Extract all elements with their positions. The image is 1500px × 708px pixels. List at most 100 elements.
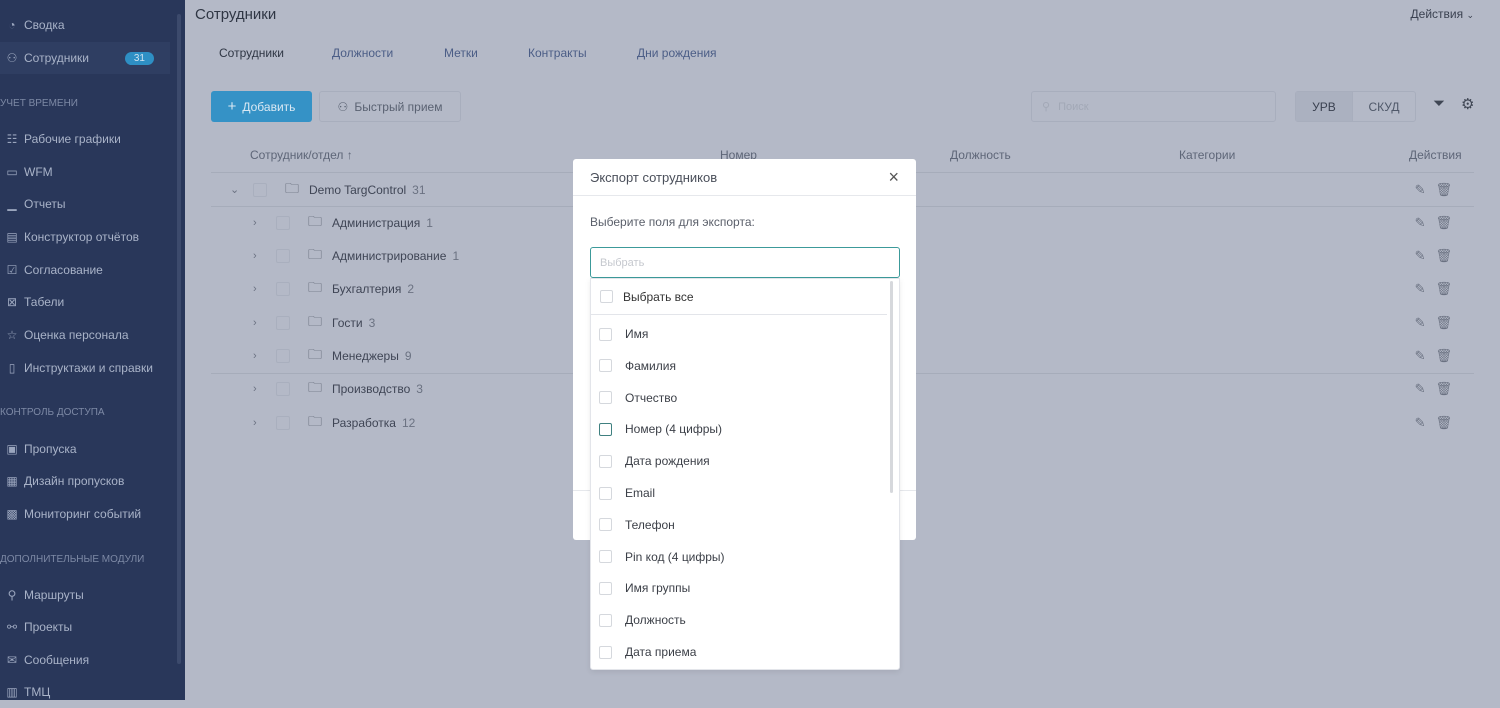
export-field-option[interactable]: Pin код (4 цифры)	[599, 541, 725, 573]
export-field-option[interactable]: Номер (4 цифры)	[599, 413, 722, 445]
trash-icon[interactable]: 🗑	[1435, 281, 1462, 296]
trash-icon[interactable]: 🗑	[1435, 415, 1462, 430]
select-all-option[interactable]: Выбрать все	[591, 279, 887, 315]
trash-icon[interactable]: 🗑	[1435, 215, 1462, 230]
checkbox[interactable]	[276, 415, 290, 430]
checkbox[interactable]	[276, 382, 290, 397]
sidebar-item[interactable]: ▤ Конструктор отчётов	[0, 221, 170, 253]
badge-design-icon: ▦	[6, 474, 18, 488]
trash-icon[interactable]: 🗑	[1435, 348, 1462, 363]
sidebar-item[interactable]: ☆ Оценка персонала	[0, 319, 170, 351]
checkbox[interactable]	[599, 422, 612, 436]
checkbox[interactable]	[600, 290, 613, 303]
edit-icon[interactable]: ✎	[1415, 281, 1436, 296]
sidebar-item[interactable]: ⚲ Маршруты	[0, 579, 170, 611]
row-count: 3	[416, 382, 423, 397]
checkbox[interactable]	[276, 282, 290, 297]
export-field-option[interactable]: Телефон	[599, 509, 675, 541]
edit-icon[interactable]: ✎	[1415, 415, 1436, 430]
row-name: Demo TargControl	[309, 182, 407, 197]
checkbox[interactable]	[276, 215, 290, 230]
sidebar-item[interactable]: ✉ Сообщения	[0, 644, 170, 676]
checkbox[interactable]	[599, 613, 612, 627]
export-field-option[interactable]: Фамилия	[599, 350, 676, 382]
tab-contracts[interactable]: Контракты	[528, 46, 587, 60]
mode-urv[interactable]: УРВ	[1296, 92, 1352, 121]
folder-icon: 🗀	[308, 312, 322, 329]
sidebar-item-label: Пропуска	[24, 442, 77, 456]
fields-select[interactable]: Выбрать	[590, 247, 900, 278]
col-employee[interactable]: Сотрудник/отдел ↑	[250, 148, 353, 162]
sidebar-item[interactable]: ⚇ Сотрудники 31	[0, 42, 170, 74]
export-field-option[interactable]: Email	[599, 477, 655, 509]
folder-icon: 🗀	[308, 412, 322, 429]
export-field-option[interactable]: Имя	[599, 318, 648, 350]
sidebar-item[interactable]: ⊠ Табели	[0, 286, 170, 318]
quick-hire-button[interactable]: ⚇ Быстрый прием	[319, 91, 461, 122]
checkbox[interactable]	[276, 249, 290, 264]
sidebar-item[interactable]: ☷ Рабочие графики	[0, 123, 170, 155]
close-icon[interactable]: ×	[888, 167, 899, 188]
col-position[interactable]: Должность	[950, 148, 1011, 162]
trash-icon[interactable]: 🗑	[1435, 315, 1462, 330]
tab-birthdays[interactable]: Дни рождения	[637, 46, 717, 60]
sidebar-item[interactable]: ☑ Согласование	[0, 254, 170, 286]
sidebar-item[interactable]: ▦ Дизайн пропусков	[0, 465, 170, 497]
sidebar-item[interactable]: ▣ Пропуска	[0, 433, 170, 465]
export-field-option[interactable]: Дата приема	[599, 636, 696, 668]
checkbox[interactable]	[599, 550, 612, 564]
trash-icon[interactable]: 🗑	[1435, 248, 1462, 263]
chevron-right-icon[interactable]: ›	[253, 250, 257, 262]
export-field-option[interactable]: Должность	[599, 604, 686, 636]
gear-icon[interactable]: ⚙	[1461, 95, 1474, 113]
checkbox[interactable]	[276, 315, 290, 330]
checkbox[interactable]	[599, 327, 612, 341]
chevron-right-icon[interactable]: ›	[253, 217, 257, 229]
checkbox[interactable]	[599, 486, 612, 500]
checkbox[interactable]	[599, 454, 612, 468]
sidebar-item[interactable]: ⚯ Проекты	[0, 611, 170, 643]
checkbox[interactable]	[599, 359, 612, 373]
sidebar-scrollbar[interactable]	[177, 14, 181, 664]
actions-dropdown[interactable]: Действия ⌄	[1411, 7, 1474, 21]
sidebar-item[interactable]: ▁ Отчеты	[0, 188, 170, 220]
checkbox[interactable]	[253, 182, 267, 197]
sidebar-item[interactable]: ▩ Мониторинг событий	[0, 498, 170, 530]
chevron-right-icon[interactable]: ›	[253, 383, 257, 395]
chevron-right-icon[interactable]: ›	[253, 283, 257, 295]
tab-tags[interactable]: Метки	[444, 46, 478, 60]
export-field-option[interactable]: Дата рождения	[599, 445, 710, 477]
sidebar-item[interactable]: ▯ Инструктажи и справки	[0, 352, 170, 384]
message-icon: ✉	[6, 653, 18, 667]
checkbox[interactable]	[276, 349, 290, 363]
search-input[interactable]: ⚲ Поиск	[1031, 91, 1276, 122]
edit-icon[interactable]: ✎	[1415, 315, 1436, 330]
trash-icon[interactable]: 🗑	[1435, 381, 1462, 396]
edit-icon[interactable]: ✎	[1415, 215, 1436, 230]
mode-skud[interactable]: СКУД	[1352, 92, 1415, 121]
checkbox[interactable]	[599, 518, 612, 532]
tab-employees[interactable]: Сотрудники	[219, 46, 284, 60]
export-field-option[interactable]: Имя группы	[599, 572, 690, 604]
edit-icon[interactable]: ✎	[1415, 381, 1436, 396]
sidebar-item[interactable]: ▭ WFM	[0, 156, 170, 188]
chevron-right-icon[interactable]: ›	[253, 417, 257, 429]
sidebar-item[interactable]: ▥ ТМЦ	[0, 676, 170, 708]
sidebar-item[interactable]: ◔ Сводка	[0, 9, 170, 41]
edit-icon[interactable]: ✎	[1415, 182, 1436, 197]
edit-icon[interactable]: ✎	[1415, 348, 1436, 363]
checkbox[interactable]	[599, 645, 612, 659]
filter-icon[interactable]: ⏷	[1433, 95, 1445, 112]
dropdown-scrollbar[interactable]	[890, 281, 893, 493]
chevron-down-icon[interactable]: ⌄	[230, 183, 239, 196]
chevron-right-icon[interactable]: ›	[253, 350, 257, 362]
checkbox[interactable]	[599, 581, 612, 595]
edit-icon[interactable]: ✎	[1415, 248, 1436, 263]
add-button[interactable]: + Добавить	[211, 91, 312, 122]
trash-icon[interactable]: 🗑	[1435, 182, 1462, 197]
checkbox[interactable]	[599, 391, 612, 405]
chevron-right-icon[interactable]: ›	[253, 317, 257, 329]
export-field-option[interactable]: Отчество	[599, 382, 677, 414]
tab-positions[interactable]: Должности	[332, 46, 393, 60]
folder-icon: 🗀	[285, 179, 299, 196]
